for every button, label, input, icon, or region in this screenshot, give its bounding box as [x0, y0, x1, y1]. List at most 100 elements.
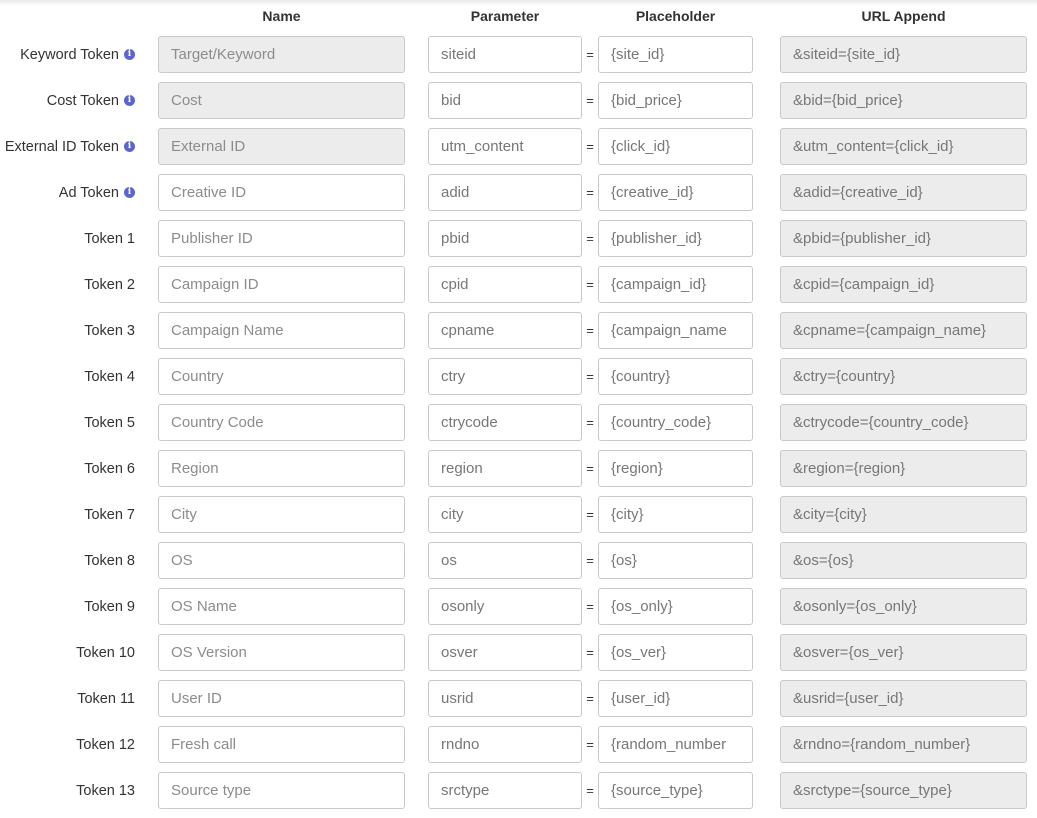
url-append-field: &ctry={country}: [780, 358, 1027, 395]
placeholder-input[interactable]: {city}: [598, 496, 753, 533]
placeholder-input[interactable]: {campaign_name: [598, 312, 753, 349]
token-rows: Keyword Token i Target/Keyword siteid = {site…: [0, 36, 1037, 818]
header-placeholder: Placeholder: [635, 8, 716, 24]
parameter-input[interactable]: siteid: [428, 36, 582, 73]
token-label-text: Token 9: [84, 598, 135, 615]
token-label: Token 12: [76, 726, 135, 763]
info-icon[interactable]: i: [124, 95, 135, 106]
parameter-input[interactable]: bid: [428, 82, 582, 119]
placeholder-input[interactable]: {click_id}: [598, 128, 753, 165]
token-label-text: Token 8: [84, 552, 135, 569]
url-append-field: &cpname={campaign_name}: [780, 312, 1027, 349]
placeholder-input[interactable]: {region}: [598, 450, 753, 487]
token-row: Token 12 Fresh call rndno = {random_number &r…: [0, 726, 1037, 772]
url-append-field: &ctrycode={country_code}: [780, 404, 1027, 441]
token-label-text: Token 4: [84, 368, 135, 385]
token-row: Token 6 Region region = {region} &region={reg…: [0, 450, 1037, 496]
token-label: Token 8: [84, 542, 135, 579]
url-append-field: &osonly={os_only}: [780, 588, 1027, 625]
parameter-input[interactable]: cpname: [428, 312, 582, 349]
info-icon[interactable]: i: [124, 187, 135, 198]
token-label: Token 9: [84, 588, 135, 625]
parameter-input[interactable]: srctype: [428, 772, 582, 809]
placeholder-input[interactable]: {source_type}: [598, 772, 753, 809]
header-parameter: Parameter: [470, 8, 540, 24]
placeholder-input[interactable]: {os_only}: [598, 588, 753, 625]
placeholder-input[interactable]: {os}: [598, 542, 753, 579]
parameter-input[interactable]: usrid: [428, 680, 582, 717]
placeholder-input[interactable]: {user_id}: [598, 680, 753, 717]
token-label-text: Keyword Token: [20, 46, 119, 63]
info-icon[interactable]: i: [124, 49, 135, 60]
token-label: Token 1: [84, 220, 135, 257]
equals-sign: =: [586, 323, 594, 338]
token-label-text: Token 13: [76, 782, 135, 799]
equals-sign: =: [586, 553, 594, 568]
placeholder-input[interactable]: {campaign_id}: [598, 266, 753, 303]
url-append-field: &utm_content={click_id}: [780, 128, 1027, 165]
name-input: Target/Keyword: [158, 36, 405, 73]
name-input[interactable]: Country: [158, 358, 405, 395]
name-input[interactable]: User ID: [158, 680, 405, 717]
placeholder-input[interactable]: {bid_price}: [598, 82, 753, 119]
parameter-input[interactable]: rndno: [428, 726, 582, 763]
url-append-field: &cpid={campaign_id}: [780, 266, 1027, 303]
name-input[interactable]: Country Code: [158, 404, 405, 441]
url-append-field: &srctype={source_type}: [780, 772, 1027, 809]
url-append-field: &adid={creative_id}: [780, 174, 1027, 211]
parameter-input[interactable]: os: [428, 542, 582, 579]
url-append-field: &bid={bid_price}: [780, 82, 1027, 119]
name-input[interactable]: Source type: [158, 772, 405, 809]
equals-sign: =: [586, 47, 594, 62]
token-label: Token 4: [84, 358, 135, 395]
parameter-input[interactable]: city: [428, 496, 582, 533]
token-row: Cost Token i Cost bid = {bid_price} &bid={bid_…: [0, 82, 1037, 128]
equals-sign: =: [586, 645, 594, 660]
name-input[interactable]: Publisher ID: [158, 220, 405, 257]
name-input[interactable]: Campaign Name: [158, 312, 405, 349]
token-row: External ID Token i External ID utm_content…: [0, 128, 1037, 174]
parameter-input[interactable]: osver: [428, 634, 582, 671]
name-input[interactable]: OS: [158, 542, 405, 579]
token-label-text: Cost Token: [46, 92, 119, 109]
token-row: Token 11 User ID usrid = {user_id} &usrid={us…: [0, 680, 1037, 726]
parameter-input[interactable]: ctrycode: [428, 404, 582, 441]
equals-sign: =: [586, 369, 594, 384]
placeholder-input[interactable]: {site_id}: [598, 36, 753, 73]
parameter-input[interactable]: cpid: [428, 266, 582, 303]
token-label: Token 2: [84, 266, 135, 303]
placeholder-input[interactable]: {creative_id}: [598, 174, 753, 211]
name-input[interactable]: OS Name: [158, 588, 405, 625]
placeholder-input[interactable]: {country_code}: [598, 404, 753, 441]
url-append-field: &usrid={user_id}: [780, 680, 1027, 717]
name-input[interactable]: City: [158, 496, 405, 533]
name-input[interactable]: Fresh call: [158, 726, 405, 763]
token-row: Token 10 OS Version osver = {os_ver} &osver={…: [0, 634, 1037, 680]
placeholder-input[interactable]: {os_ver}: [598, 634, 753, 671]
parameter-input[interactable]: osonly: [428, 588, 582, 625]
token-label: Token 7: [84, 496, 135, 533]
parameter-input[interactable]: ctry: [428, 358, 582, 395]
name-input[interactable]: Campaign ID: [158, 266, 405, 303]
name-input[interactable]: Region: [158, 450, 405, 487]
equals-sign: =: [586, 231, 594, 246]
info-icon[interactable]: i: [124, 141, 135, 152]
parameter-input[interactable]: pbid: [428, 220, 582, 257]
parameter-input[interactable]: region: [428, 450, 582, 487]
token-label: Token 6: [84, 450, 135, 487]
placeholder-input[interactable]: {publisher_id}: [598, 220, 753, 257]
parameter-input[interactable]: adid: [428, 174, 582, 211]
name-input[interactable]: Creative ID: [158, 174, 405, 211]
name-input[interactable]: OS Version: [158, 634, 405, 671]
token-label: Ad Token i: [59, 174, 135, 211]
placeholder-input[interactable]: {country}: [598, 358, 753, 395]
token-label: Token 3: [84, 312, 135, 349]
parameter-input[interactable]: utm_content: [428, 128, 582, 165]
token-row: Token 5 Country Code ctrycode = {country_cod…: [0, 404, 1037, 450]
header-name: Name: [262, 8, 301, 24]
token-label: Token 13: [76, 772, 135, 809]
placeholder-input[interactable]: {random_number: [598, 726, 753, 763]
equals-sign: =: [586, 599, 594, 614]
token-row: Token 1 Publisher ID pbid = {publisher_id} &p…: [0, 220, 1037, 266]
token-row: Token 13 Source type srctype = {source_type}…: [0, 772, 1037, 818]
